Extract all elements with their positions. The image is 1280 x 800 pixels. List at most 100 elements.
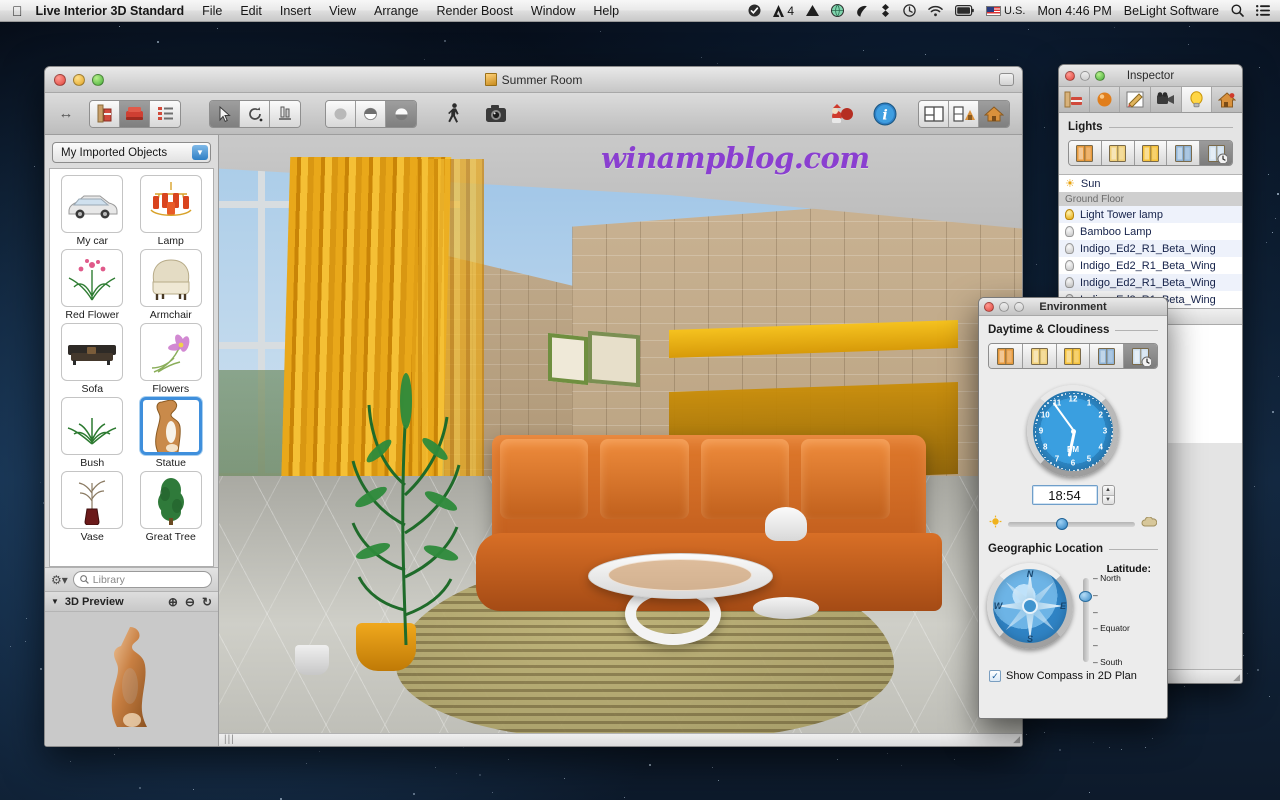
zoom-in-icon[interactable]: ⊕ bbox=[168, 595, 178, 609]
window-resize-icon[interactable]: ◢ bbox=[1013, 734, 1020, 745]
environment-titlebar[interactable]: Environment bbox=[979, 298, 1167, 316]
3d-view-icon[interactable] bbox=[979, 101, 1009, 127]
google-drive-icon[interactable] bbox=[800, 5, 825, 17]
tab-camera-inspector[interactable] bbox=[1151, 87, 1182, 112]
glossy-render-icon[interactable] bbox=[386, 101, 416, 127]
library-item-armchair[interactable]: Armchair bbox=[133, 249, 210, 321]
tab-environment-inspector[interactable] bbox=[1212, 87, 1242, 112]
zoom-out-icon[interactable]: ⊖ bbox=[185, 595, 195, 609]
library-item-great-tree[interactable]: Great Tree bbox=[133, 471, 210, 543]
lights-list-item[interactable]: Indigo_Ed2_R1_Beta_Wing bbox=[1059, 257, 1242, 274]
menu-insert[interactable]: Insert bbox=[271, 4, 320, 18]
time-machine-icon[interactable] bbox=[897, 4, 922, 17]
auto-light-icon[interactable] bbox=[1200, 141, 1232, 165]
info-icon[interactable]: i bbox=[870, 100, 900, 128]
inspector-titlebar[interactable]: Inspector bbox=[1059, 65, 1242, 87]
dropbox-icon[interactable] bbox=[874, 4, 897, 17]
bulb-off-icon[interactable] bbox=[1065, 277, 1074, 288]
search-input[interactable]: Library bbox=[73, 571, 212, 588]
disclosure-triangle-icon[interactable]: ▼ bbox=[51, 597, 59, 606]
move-tool-icon[interactable] bbox=[270, 101, 300, 127]
viewport-horizontal-scrollbar[interactable]: ||| ◢ bbox=[219, 733, 1022, 746]
cloudy-icon[interactable] bbox=[1090, 344, 1124, 368]
toolbar-toggle-button[interactable] bbox=[999, 73, 1014, 86]
arrow-select-icon[interactable] bbox=[210, 101, 240, 127]
gear-icon[interactable]: ⚙▾ bbox=[51, 573, 68, 587]
preview-3d-canvas[interactable] bbox=[45, 611, 218, 746]
library-item-statue[interactable]: Statue bbox=[133, 397, 210, 469]
rotate-tool-icon[interactable] bbox=[240, 101, 270, 127]
time-of-day-clock[interactable]: PM 12 1 2 3 4 5 6 7 8 9 10 11 bbox=[1027, 385, 1119, 477]
cloudiness-slider-knob[interactable] bbox=[1056, 518, 1068, 530]
preview-header[interactable]: ▼ 3D Preview ⊕ ⊖ ↻ bbox=[45, 591, 218, 611]
walkthrough-icon[interactable] bbox=[439, 100, 469, 128]
checkmark-circle-icon[interactable] bbox=[742, 4, 767, 17]
search-icon[interactable] bbox=[1225, 4, 1250, 17]
render-boost-icon[interactable] bbox=[828, 100, 858, 128]
bulb-off-icon[interactable] bbox=[1065, 226, 1074, 237]
latitude-slider[interactable] bbox=[1083, 578, 1089, 662]
split-view-icon[interactable] bbox=[949, 101, 979, 127]
adobe-icon[interactable]: 4 bbox=[767, 4, 800, 18]
battery-icon[interactable] bbox=[949, 5, 980, 16]
menu-view[interactable]: View bbox=[320, 4, 365, 18]
menu-window[interactable]: Window bbox=[522, 4, 584, 18]
stepper-down-icon[interactable]: ▼ bbox=[1103, 496, 1114, 505]
object-grid[interactable]: My car Lamp Red Flower Armchair Sofa Flowers B… bbox=[49, 168, 214, 567]
resize-grip-icon[interactable]: ||| bbox=[224, 734, 235, 745]
day-light-icon[interactable] bbox=[1069, 141, 1102, 165]
input-locale[interactable]: U.S. bbox=[980, 5, 1031, 17]
library-item-bush[interactable]: Bush bbox=[54, 397, 131, 469]
camera-icon[interactable] bbox=[481, 100, 511, 128]
menu-arrange[interactable]: Arrange bbox=[365, 4, 427, 18]
back-forward-icon[interactable]: ↔ bbox=[55, 105, 77, 122]
bulb-on-icon[interactable] bbox=[1065, 209, 1074, 220]
wall-tool-icon[interactable] bbox=[90, 101, 120, 127]
library-item-vase[interactable]: Vase bbox=[54, 471, 131, 543]
lights-list-item[interactable]: Indigo_Ed2_R1_Beta_Wing bbox=[1059, 240, 1242, 257]
menu-file[interactable]: File bbox=[193, 4, 231, 18]
show-compass-row[interactable]: ✓ Show Compass in 2D Plan bbox=[979, 662, 1167, 682]
show-compass-checkbox[interactable]: ✓ bbox=[989, 670, 1001, 682]
night-light-icon[interactable] bbox=[1135, 141, 1168, 165]
library-item-my-car[interactable]: My car bbox=[54, 175, 131, 247]
compass-control[interactable]: N E S W bbox=[987, 563, 1073, 649]
evening-light-icon[interactable] bbox=[1102, 141, 1135, 165]
light-cloud-icon[interactable] bbox=[1023, 344, 1057, 368]
auto-time-icon[interactable] bbox=[1124, 344, 1157, 368]
lights-list-item[interactable]: Light Tower lamp bbox=[1059, 206, 1242, 223]
menu-render-boost[interactable]: Render Boost bbox=[427, 4, 521, 18]
window-resize-icon[interactable]: ◢ bbox=[1233, 672, 1240, 683]
evernote-icon[interactable] bbox=[850, 5, 874, 17]
wifi-icon[interactable] bbox=[922, 5, 949, 17]
time-stepper[interactable]: ▲ ▼ bbox=[1102, 485, 1115, 505]
library-category-select[interactable]: My Imported Objects ▼ bbox=[52, 142, 211, 163]
menu-edit[interactable]: Edit bbox=[231, 4, 271, 18]
furniture-tool-icon[interactable] bbox=[120, 101, 150, 127]
menu-help[interactable]: Help bbox=[584, 4, 628, 18]
tab-object-inspector[interactable] bbox=[1059, 87, 1090, 112]
rotate-reset-icon[interactable]: ↻ bbox=[202, 595, 212, 609]
bulb-off-icon[interactable] bbox=[1065, 243, 1074, 254]
apple-icon[interactable]:  bbox=[0, 4, 34, 18]
sunny-icon[interactable] bbox=[1057, 344, 1091, 368]
library-item-lamp[interactable]: Lamp bbox=[133, 175, 210, 247]
bulb-off-icon[interactable] bbox=[1065, 260, 1074, 271]
lights-list-item[interactable]: Bamboo Lamp bbox=[1059, 223, 1242, 240]
clear-sky-icon[interactable] bbox=[989, 344, 1023, 368]
tab-material-inspector[interactable] bbox=[1090, 87, 1121, 112]
library-item-flowers[interactable]: Flowers bbox=[133, 323, 210, 395]
3d-viewport[interactable]: ||| ◢ bbox=[219, 135, 1022, 746]
library-item-red-flower[interactable]: Red Flower bbox=[54, 249, 131, 321]
library-item-sofa[interactable]: Sofa bbox=[54, 323, 131, 395]
list-tool-icon[interactable] bbox=[150, 101, 180, 127]
artificial-light-icon[interactable] bbox=[1167, 141, 1200, 165]
stepper-up-icon[interactable]: ▲ bbox=[1103, 486, 1114, 496]
menubar-user[interactable]: BeLight Software bbox=[1118, 4, 1225, 18]
time-input[interactable]: 18:54 bbox=[1032, 485, 1098, 505]
menubar-clock[interactable]: Mon 4:46 PM bbox=[1031, 4, 1117, 18]
2d-plan-view-icon[interactable] bbox=[919, 101, 949, 127]
latitude-slider-knob[interactable] bbox=[1079, 591, 1092, 602]
flat-render-icon[interactable] bbox=[326, 101, 356, 127]
menu-app-name[interactable]: Live Interior 3D Standard bbox=[34, 4, 194, 18]
